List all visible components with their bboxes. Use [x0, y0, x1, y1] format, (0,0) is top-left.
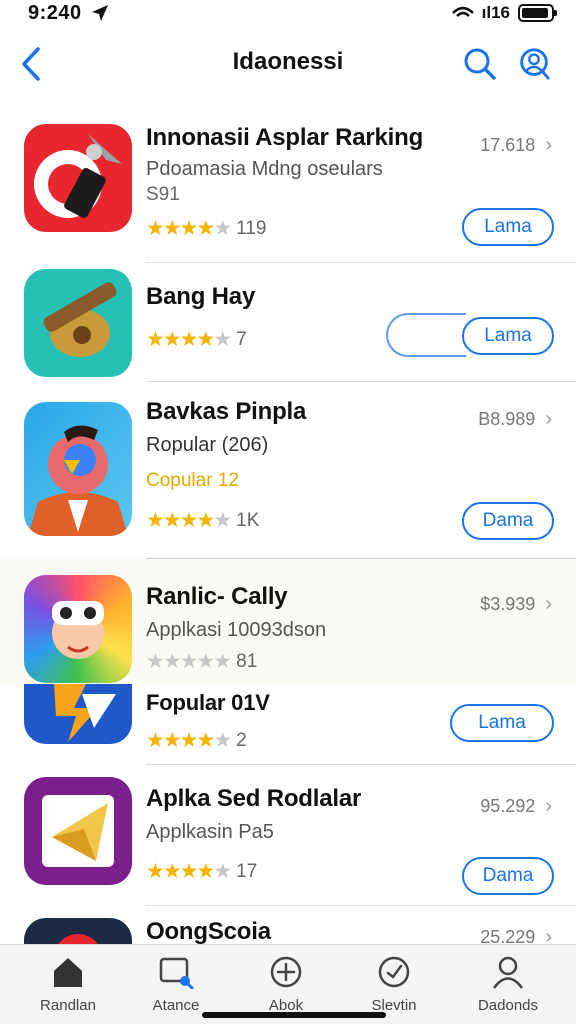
rating-count: 7 — [236, 328, 247, 350]
app-name: Fopular 01V — [146, 690, 270, 715]
app-icon — [24, 575, 132, 683]
star-rating: ★★★★ ★ 17 — [146, 860, 258, 883]
chevron-right-icon: › — [545, 795, 552, 817]
price-value: 95.292 — [480, 796, 536, 816]
list-item[interactable]: Aplka Sed Rodlalar Applkasin Pa5 ★★★★ ★ 1… — [0, 765, 576, 906]
rating-count: 119 — [236, 217, 267, 239]
app-name: Innonasii Asplar Rarking — [146, 124, 424, 151]
price-link[interactable]: 25.229 › — [480, 926, 552, 944]
price-value: B8.989 — [478, 409, 536, 429]
app-name: OongScoia — [146, 918, 271, 944]
navigation-bar: Idaonessi — [0, 36, 576, 92]
price-value: 17.618 — [480, 135, 536, 155]
rating-count: 1K — [236, 509, 260, 531]
star-icons: ★★★★ — [146, 328, 215, 351]
app-icon — [24, 402, 132, 536]
tab-dadonds[interactable]: Dadonds — [458, 953, 558, 1014]
battery-icon — [518, 4, 557, 22]
clock-icon — [378, 956, 410, 988]
star-icons: ★★★★ — [146, 729, 215, 752]
app-name: Aplka Sed Rodlalar — [146, 785, 362, 812]
signal-icon — [451, 6, 474, 17]
get-button[interactable]: Dama — [462, 502, 554, 540]
tab-bar: Randlan Atance Abok Slevtin Dadonds — [0, 944, 576, 1024]
star-icons: ★★★★ — [146, 860, 215, 883]
app-subtitle: Ropular (206) — [146, 434, 269, 456]
app-icon — [24, 269, 132, 377]
star-rating: ★★★★ ★ 1K — [146, 509, 260, 532]
app-icon — [24, 124, 132, 232]
app-icon — [24, 777, 132, 885]
tab-slevtin[interactable]: Slevtin — [344, 953, 444, 1014]
status-indicators: ıl16 — [451, 3, 557, 23]
star-rating: ★★★★★ 81 — [146, 649, 257, 674]
get-button[interactable]: Lama — [450, 704, 554, 742]
app-subtitle-secondary: S91 — [146, 184, 180, 205]
list-item[interactable]: Innonasii Asplar Rarking Pdoamasia Mdng … — [0, 108, 576, 263]
carrier-label: ıl16 — [481, 3, 510, 22]
scroll-ghost-button — [386, 313, 466, 357]
app-subtitle: Applkasin Pa5 — [146, 821, 274, 843]
app-name: Bavkas Pinpla — [146, 398, 307, 425]
star-rating: ★★★★ ★ 119 — [146, 217, 267, 240]
chevron-right-icon: › — [545, 408, 552, 430]
price-link[interactable]: B8.989 › — [478, 408, 552, 431]
chevron-right-icon: › — [545, 134, 552, 156]
home-indicator[interactable] — [202, 1012, 386, 1018]
tab-randlan[interactable]: Randlan — [18, 953, 118, 1014]
plus-circle-icon — [270, 956, 302, 988]
app-subtitle: Applkasi 10093dson — [146, 619, 327, 641]
account-search-button[interactable] — [516, 46, 552, 82]
rating-count: 17 — [236, 860, 258, 882]
star-icons: ★★★★ — [146, 217, 215, 240]
get-button[interactable]: Dama — [462, 857, 554, 895]
search-tab-icon — [159, 957, 194, 989]
get-button[interactable]: Lama — [462, 317, 554, 355]
tab-atance[interactable]: Atance — [126, 953, 226, 1014]
star-rating: ★★★★ ★ 7 — [146, 328, 247, 351]
get-button[interactable]: Lama — [462, 208, 554, 246]
profile-icon — [492, 956, 524, 989]
price-link[interactable]: 95.292 › — [480, 795, 552, 818]
person-search-icon — [520, 48, 550, 80]
status-bar: 9:240 ıl16 — [0, 0, 576, 28]
star-icons: ★★★★ — [146, 509, 215, 532]
star-icons: ★★★★★ — [146, 650, 232, 673]
app-subtitle: Pdoamasia Mdng oseulars — [146, 158, 383, 180]
tab-label: Randlan — [40, 997, 96, 1014]
tab-label: Dadonds — [477, 997, 539, 1014]
price-value: $3.939 — [480, 594, 536, 614]
home-icon — [54, 958, 82, 987]
app-icon — [24, 684, 132, 744]
list-item[interactable]: Bavkas Pinpla Ropular (206) Copular 12 ★… — [0, 382, 576, 559]
app-icon — [24, 918, 132, 944]
location-arrow-icon — [92, 5, 108, 21]
list-item[interactable]: Fopular 01V ★★★★ ★ 2 Lama — [0, 684, 576, 765]
status-time: 9:240 — [28, 2, 82, 24]
search-button[interactable] — [462, 46, 498, 82]
price-link[interactable]: $3.939 › — [480, 593, 552, 616]
price-link[interactable]: 17.618 › — [480, 134, 552, 157]
star-rating: ★★★★ ★ 2 — [146, 729, 247, 752]
price-value: 25.229 — [480, 927, 536, 944]
list-item[interactable]: OongScoia 25.229 › — [0, 906, 576, 944]
list-item[interactable]: Ranlic- Cally Applkasi 10093dson ★★★★★ 8… — [0, 559, 576, 685]
chevron-right-icon: › — [545, 593, 552, 615]
search-icon — [464, 48, 496, 80]
app-name: Bang Hay — [146, 283, 256, 310]
list-item[interactable]: Bang Hay ★★★★ ★ 7 Lama — [0, 263, 576, 382]
rating-count: 2 — [236, 729, 247, 751]
app-subtitle-secondary: Copular 12 — [146, 470, 239, 491]
rating-count: 81 — [236, 650, 258, 672]
app-name: Ranlic- Cally — [146, 583, 288, 610]
chevron-right-icon: › — [545, 926, 552, 944]
tab-abok[interactable]: Abok — [236, 953, 336, 1014]
